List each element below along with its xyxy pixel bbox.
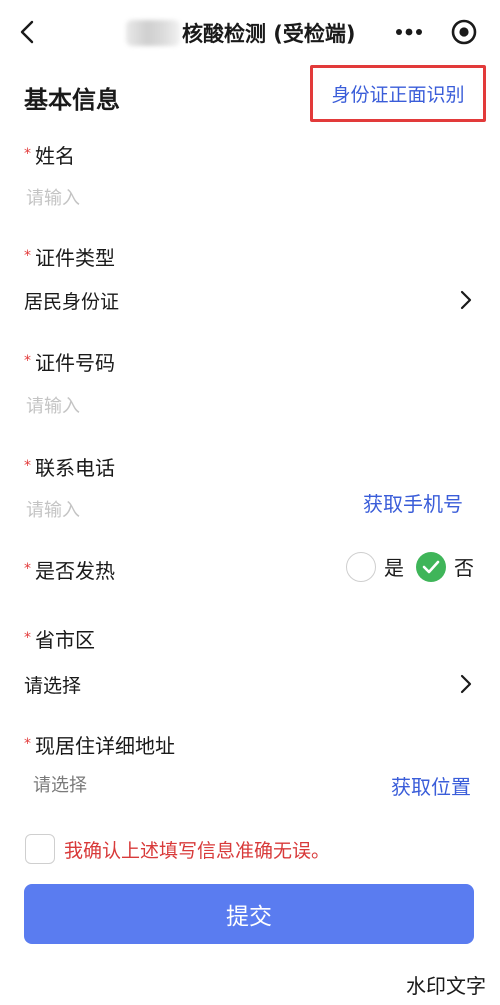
blurred-title-prefix [126,20,180,46]
required-mark: * [24,561,31,577]
section-title: 基本信息 [24,86,120,114]
required-mark: * [24,248,31,264]
page-title: 核酸检测 (受检端) [182,22,356,46]
confirm-text[interactable]: 我确认上述填写信息准确无误。 [64,836,330,863]
fever-no-radio[interactable] [416,552,446,582]
fever-label: * 是否发热 [24,559,115,583]
phone-input[interactable]: 请输入 [26,496,80,522]
get-location-link[interactable]: 获取位置 [391,771,471,800]
required-mark: * [24,146,31,162]
fever-no-label[interactable]: 否 [454,552,474,581]
submit-button[interactable]: 提交 [24,884,474,944]
fever-yes-radio[interactable] [346,552,376,582]
chevron-right-icon[interactable] [455,288,475,312]
id-number-input[interactable]: 请输入 [26,392,80,418]
id-type-label: * 证件类型 [24,246,115,270]
id-number-label: * 证件号码 [24,351,115,375]
required-mark: * [24,353,31,369]
id-card-ocr-link[interactable]: 身份证正面识别 [310,65,486,122]
id-type-select[interactable]: 居民身份证 [24,287,119,314]
fever-yes-label[interactable]: 是 [384,552,404,581]
close-miniprogram-icon[interactable] [450,18,478,46]
region-select[interactable]: 请选择 [24,671,81,698]
region-label: * 省市区 [24,628,95,652]
required-mark: * [24,736,31,752]
required-mark: * [24,630,31,646]
chevron-right-icon[interactable] [455,672,475,696]
back-arrow-icon[interactable] [14,18,42,46]
get-phone-number-link[interactable]: 获取手机号 [363,488,463,517]
phone-label: * 联系电话 [24,456,115,480]
confirm-checkbox[interactable] [25,834,55,864]
nav-bar: 核酸检测 (受检端) [0,0,500,64]
name-input[interactable]: 请输入 [26,184,80,210]
address-input[interactable]: 请选择 [33,771,87,797]
address-label: * 现居住详细地址 [24,734,175,758]
name-label: * 姓名 [24,144,75,168]
watermark-text: 水印文字 [406,974,486,998]
more-icon[interactable] [394,22,424,42]
check-icon [422,560,440,574]
required-mark: * [24,458,31,474]
